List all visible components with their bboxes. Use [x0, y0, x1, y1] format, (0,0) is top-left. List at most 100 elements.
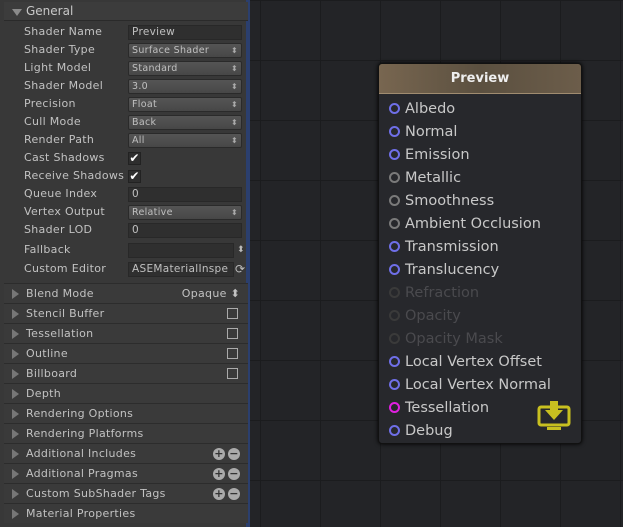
input-port[interactable]: Opacity Mask: [389, 328, 503, 351]
input-port[interactable]: Tessellation: [389, 397, 489, 420]
collapse-arrow-icon: [12, 449, 19, 459]
input-port[interactable]: Debug: [389, 420, 453, 443]
dropdown[interactable]: Standard ⬍: [128, 61, 242, 76]
input-port[interactable]: Albedo: [389, 98, 455, 121]
port-circle-icon[interactable]: [389, 103, 400, 114]
section-label: Blend Mode: [26, 287, 94, 300]
port-circle-icon[interactable]: [389, 425, 400, 436]
input-port[interactable]: Refraction: [389, 282, 479, 305]
property-row: Shader Name Preview: [24, 23, 244, 41]
input-port[interactable]: Normal: [389, 121, 457, 144]
section-label: Stencil Buffer: [26, 307, 105, 320]
section-checkbox[interactable]: [227, 308, 238, 319]
property-row: Render Path All ⬍: [24, 131, 244, 149]
checkbox[interactable]: ✔: [128, 152, 141, 165]
general-section-header[interactable]: General: [4, 2, 248, 21]
input-port[interactable]: Smoothness: [389, 190, 494, 213]
plus-icon[interactable]: +: [213, 468, 225, 480]
section-label: Billboard: [26, 367, 78, 380]
collapse-arrow-icon: [12, 509, 19, 519]
minus-icon[interactable]: −: [228, 468, 240, 480]
checkbox[interactable]: ✔: [128, 170, 141, 183]
input-port[interactable]: Opacity: [389, 305, 461, 328]
port-circle-icon[interactable]: [389, 287, 400, 298]
property-row: Queue Index 0: [24, 185, 244, 203]
section-label: Custom SubShader Tags: [26, 487, 166, 500]
port-label: Debug: [405, 423, 453, 439]
foldout-section[interactable]: Material Properties: [4, 503, 248, 523]
foldout-section[interactable]: Additional Pragmas + −: [4, 463, 248, 483]
foldout-section[interactable]: Custom SubShader Tags + −: [4, 483, 248, 503]
property-row: Shader Type Surface Shader ⬍: [24, 41, 244, 59]
foldout-section[interactable]: Additional Includes + −: [4, 443, 248, 463]
port-label: Normal: [405, 124, 458, 140]
plus-icon[interactable]: +: [213, 488, 225, 500]
foldout-section[interactable]: Rendering Platforms: [4, 423, 248, 443]
updown-arrow-icon: ⬍: [230, 136, 238, 145]
property-row: Cull Mode Back ⬍: [24, 113, 244, 131]
minus-icon[interactable]: −: [228, 488, 240, 500]
text-field[interactable]: ASEMaterialInspe: [128, 262, 234, 277]
download-monitor-icon[interactable]: [537, 401, 571, 431]
dropdown[interactable]: Back ⬍: [128, 115, 242, 130]
plus-icon[interactable]: +: [213, 448, 225, 460]
updown-arrow-icon[interactable]: ⬍: [237, 241, 245, 259]
section-checkbox[interactable]: [227, 328, 238, 339]
foldout-section[interactable]: Tessellation: [4, 323, 248, 343]
port-circle-icon[interactable]: [389, 149, 400, 160]
input-port[interactable]: Ambient Occlusion: [389, 213, 541, 236]
minus-icon[interactable]: −: [228, 448, 240, 460]
port-circle-icon[interactable]: [389, 402, 400, 413]
port-circle-icon[interactable]: [389, 333, 400, 344]
input-port[interactable]: Emission: [389, 144, 470, 167]
foldout-section[interactable]: Billboard: [4, 363, 248, 383]
port-label: Translucency: [405, 262, 500, 278]
text-field[interactable]: 0: [128, 187, 242, 202]
port-circle-icon[interactable]: [389, 379, 400, 390]
input-port[interactable]: Translucency: [389, 259, 499, 282]
port-label: Transmission: [405, 239, 499, 255]
text-field[interactable]: 0: [128, 223, 242, 238]
property-label: Custom Editor: [24, 262, 107, 275]
port-label: Opacity Mask: [405, 331, 503, 347]
dropdown-value: All: [132, 135, 145, 146]
refresh-icon[interactable]: ⟳: [235, 260, 245, 278]
foldout-section[interactable]: Depth: [4, 383, 248, 403]
input-port[interactable]: Local Vertex Offset: [389, 351, 542, 374]
text-field[interactable]: Preview: [128, 25, 242, 40]
foldout-section[interactable]: Rendering Options: [4, 403, 248, 423]
port-circle-icon[interactable]: [389, 356, 400, 367]
port-circle-icon[interactable]: [389, 310, 400, 321]
port-label: Local Vertex Offset: [405, 354, 542, 370]
collapse-arrow-icon: [12, 289, 19, 299]
dropdown[interactable]: Surface Shader ⬍: [128, 43, 242, 58]
updown-arrow-icon: ⬍: [230, 208, 238, 217]
master-node-preview[interactable]: Preview Albedo Normal Emission Metallic Smoo…: [378, 63, 582, 444]
property-label: Cull Mode: [24, 115, 81, 128]
input-port[interactable]: Transmission: [389, 236, 499, 259]
foldout-section[interactable]: Stencil Buffer: [4, 303, 248, 323]
collapse-arrow-icon: [12, 489, 19, 499]
port-circle-icon[interactable]: [389, 126, 400, 137]
collapse-arrow-icon: [12, 429, 19, 439]
port-circle-icon[interactable]: [389, 195, 400, 206]
dropdown[interactable]: Float ⬍: [128, 97, 242, 112]
foldout-section[interactable]: Blend Mode Opaque ⬍: [4, 283, 248, 303]
foldout-section[interactable]: Outline: [4, 343, 248, 363]
dropdown[interactable]: 3.0 ⬍: [128, 79, 242, 94]
port-circle-icon[interactable]: [389, 172, 400, 183]
input-port[interactable]: Metallic: [389, 167, 461, 190]
port-circle-icon[interactable]: [389, 264, 400, 275]
port-circle-icon[interactable]: [389, 241, 400, 252]
port-label: Opacity: [405, 308, 461, 324]
dropdown-value: 3.0: [132, 81, 149, 92]
port-circle-icon[interactable]: [389, 218, 400, 229]
input-port[interactable]: Local Vertex Normal: [389, 374, 551, 397]
blend-mode-dropdown[interactable]: Opaque ⬍: [182, 284, 240, 303]
property-row: Cast Shadows ✔: [24, 149, 244, 167]
dropdown[interactable]: Relative ⬍: [128, 205, 242, 220]
section-checkbox[interactable]: [227, 348, 238, 359]
text-field[interactable]: [128, 243, 234, 258]
dropdown[interactable]: All ⬍: [128, 133, 242, 148]
section-checkbox[interactable]: [227, 368, 238, 379]
